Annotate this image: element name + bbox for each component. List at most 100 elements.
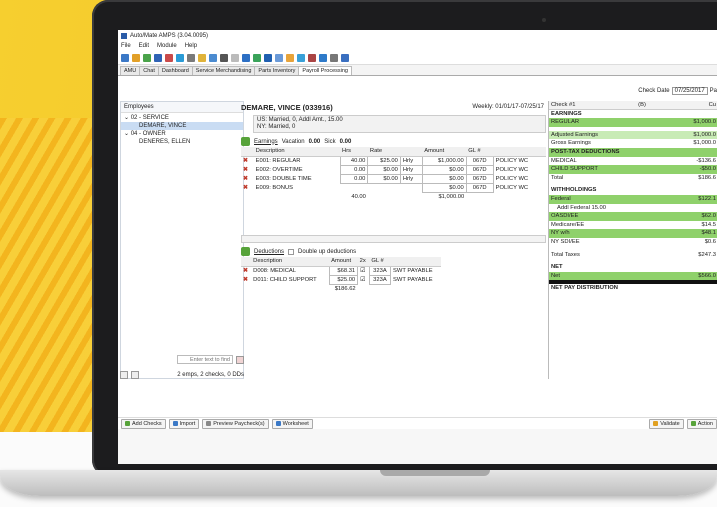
find-input[interactable] xyxy=(177,355,233,364)
earning-amount[interactable]: $0.00 xyxy=(421,182,467,193)
check-line: Gross Earnings $1,000.0 xyxy=(549,139,717,148)
toolbar-icon[interactable] xyxy=(319,53,327,62)
table-row: ✖ E003: DOUBLE TIME 0.00 $0.00 Hrly $0.0… xyxy=(241,173,546,184)
tab-service-merchandising[interactable]: Service Merchandising xyxy=(191,66,256,75)
earning-unit[interactable]: Hrly xyxy=(399,155,423,166)
check-preview-panel: Check #1 (B) Cu EARNINGS REGULAR $1,000.0 A… xyxy=(548,101,717,379)
earning-gl[interactable]: 067D xyxy=(465,173,494,184)
employee-name: DEMARE, VINCE (033916) xyxy=(241,102,333,112)
earning-unit[interactable]: Hrly xyxy=(399,164,423,175)
add-checks-button[interactable]: Add Checks xyxy=(121,418,166,429)
add-deduction-icon[interactable] xyxy=(241,247,250,256)
toolbar-icon[interactable] xyxy=(209,53,217,62)
check-line: Federal $122.1 xyxy=(549,194,717,204)
delete-row-icon[interactable]: ✖ xyxy=(241,174,254,183)
import-button[interactable]: Import xyxy=(168,418,200,429)
toolbar-icon[interactable] xyxy=(231,53,239,62)
toolbar-icon[interactable] xyxy=(253,53,261,62)
earning-gl[interactable]: 067D xyxy=(465,182,494,193)
menu-file[interactable]: File xyxy=(121,43,131,49)
earning-amount[interactable]: $1,000.00 xyxy=(421,155,467,166)
deduction-amount[interactable]: $25.00 xyxy=(328,274,359,285)
deduction-gl[interactable]: 323A xyxy=(368,274,392,285)
deduction-gl[interactable]: 323A xyxy=(368,265,392,276)
earning-hrs[interactable]: 40.00 xyxy=(339,155,369,166)
tab-dashboard[interactable]: Dashboard xyxy=(157,66,193,75)
col-amount: Amount xyxy=(329,257,358,267)
toolbar-icon[interactable] xyxy=(198,53,206,62)
double-up-checkbox[interactable] xyxy=(288,248,295,255)
horizontal-scrollbar[interactable] xyxy=(241,235,546,243)
tree-group-service[interactable]: ⌄ 02 - SERVICE xyxy=(121,114,243,122)
toolbar-icon[interactable] xyxy=(341,53,349,62)
delete-row-icon[interactable]: ✖ xyxy=(241,266,251,275)
deduction-amount[interactable]: $68.31 xyxy=(328,265,359,276)
menu-edit[interactable]: Edit xyxy=(139,43,149,49)
validate-button[interactable]: Validate xyxy=(649,418,684,429)
toolbar-icon[interactable] xyxy=(286,53,294,62)
check-line-label: NY w/h xyxy=(551,230,570,237)
tree-group-owner[interactable]: ⌄ 04 - OWNER xyxy=(121,130,243,138)
deduction-description: D011: CHILD SUPPORT xyxy=(253,276,317,283)
menu-help[interactable]: Help xyxy=(185,43,197,49)
earning-hrs[interactable]: 0.00 xyxy=(339,164,369,175)
check-line-label: Medicare/EE xyxy=(551,221,585,228)
toolbar-icon[interactable] xyxy=(154,53,162,62)
toolbar-icon[interactable] xyxy=(297,53,305,62)
toolbar-icon[interactable] xyxy=(330,53,338,62)
toolbar-icon[interactable] xyxy=(264,53,272,62)
toolbar-icon[interactable] xyxy=(242,53,250,62)
preview-paychecks-button[interactable]: Preview Paycheck(s) xyxy=(202,418,269,429)
check-line: POST-TAX DEDUCTIONS xyxy=(549,147,717,157)
earning-hrs[interactable]: 0.00 xyxy=(339,173,369,184)
expand-icon[interactable] xyxy=(120,371,128,379)
tab-payroll-processing[interactable]: Payroll Processing xyxy=(298,66,352,75)
check-line-label: Total xyxy=(551,174,564,181)
earning-rate[interactable]: $0.00 xyxy=(367,164,401,175)
double-checkbox[interactable]: ☑ xyxy=(358,266,370,275)
earning-amount[interactable]: $0.00 xyxy=(421,164,467,175)
delete-row-icon[interactable]: ✖ xyxy=(241,183,254,192)
toolbar-icon[interactable] xyxy=(143,53,151,62)
check-date-input[interactable]: 07/25/2017 xyxy=(671,87,708,95)
col-gl: GL # xyxy=(466,147,494,157)
bottom-toolbar: Add Checks Import Preview Paycheck(s) Wo… xyxy=(118,417,717,429)
earning-unit[interactable]: Hrly xyxy=(399,173,423,184)
tax-status-box[interactable]: US: Married, 0, Addl Amt., 15.00 NY: Mar… xyxy=(253,115,546,133)
tree-item-demare[interactable]: DEMARE, VINCE xyxy=(121,122,243,130)
add-earning-icon[interactable] xyxy=(241,137,250,146)
delete-row-icon[interactable]: ✖ xyxy=(241,156,254,165)
delete-row-icon[interactable]: ✖ xyxy=(241,165,254,174)
toolbar-icon[interactable] xyxy=(187,53,195,62)
earning-rate[interactable]: $0.00 xyxy=(367,173,401,184)
tab-parts-inventory[interactable]: Parts Inventory xyxy=(254,66,300,75)
toolbar-icon[interactable] xyxy=(165,53,173,62)
tab-amu[interactable]: AMU xyxy=(120,66,141,75)
double-checkbox[interactable]: ☑ xyxy=(358,275,370,284)
earning-amount[interactable]: $0.00 xyxy=(421,173,467,184)
collapse-icon[interactable] xyxy=(131,371,139,379)
check-line-value: $48.1 xyxy=(701,230,716,237)
check-line: Total Taxes $247.3 xyxy=(549,251,717,260)
toolbar-icon[interactable] xyxy=(220,53,228,62)
employee-tree: ⌄ 02 - SERVICE DEMARE, VINCE ⌄ 04 - OWNE… xyxy=(121,113,243,147)
earning-rate[interactable]: $25.00 xyxy=(367,155,401,166)
delete-row-icon[interactable]: ✖ xyxy=(241,275,251,284)
check-line: NET PAY DISTRIBUTION xyxy=(549,284,717,293)
tab-chat[interactable]: Chat xyxy=(139,66,159,75)
check-line-value: $1,000.0 xyxy=(693,140,716,147)
toolbar-icon[interactable] xyxy=(132,53,140,62)
check-line: CHILD SUPPORT -$50.0 xyxy=(549,165,717,174)
worksheet-button[interactable]: Worksheet xyxy=(271,418,313,429)
toolbar-icon[interactable] xyxy=(308,53,316,62)
table-row: ✖ E002: OVERTIME 0.00 $0.00 Hrly $0.00 0… xyxy=(241,164,546,175)
earning-gl[interactable]: 067D xyxy=(465,155,494,166)
magnifier-icon xyxy=(206,421,212,426)
menu-module[interactable]: Module xyxy=(157,43,177,49)
tree-item-deneres[interactable]: DENERES, ELLEN xyxy=(121,138,243,146)
earning-gl[interactable]: 067D xyxy=(465,164,494,175)
toolbar-icon[interactable] xyxy=(176,53,184,62)
toolbar-icon[interactable] xyxy=(121,53,129,62)
toolbar-icon[interactable] xyxy=(275,53,283,62)
actions-button[interactable]: Action xyxy=(686,418,717,429)
